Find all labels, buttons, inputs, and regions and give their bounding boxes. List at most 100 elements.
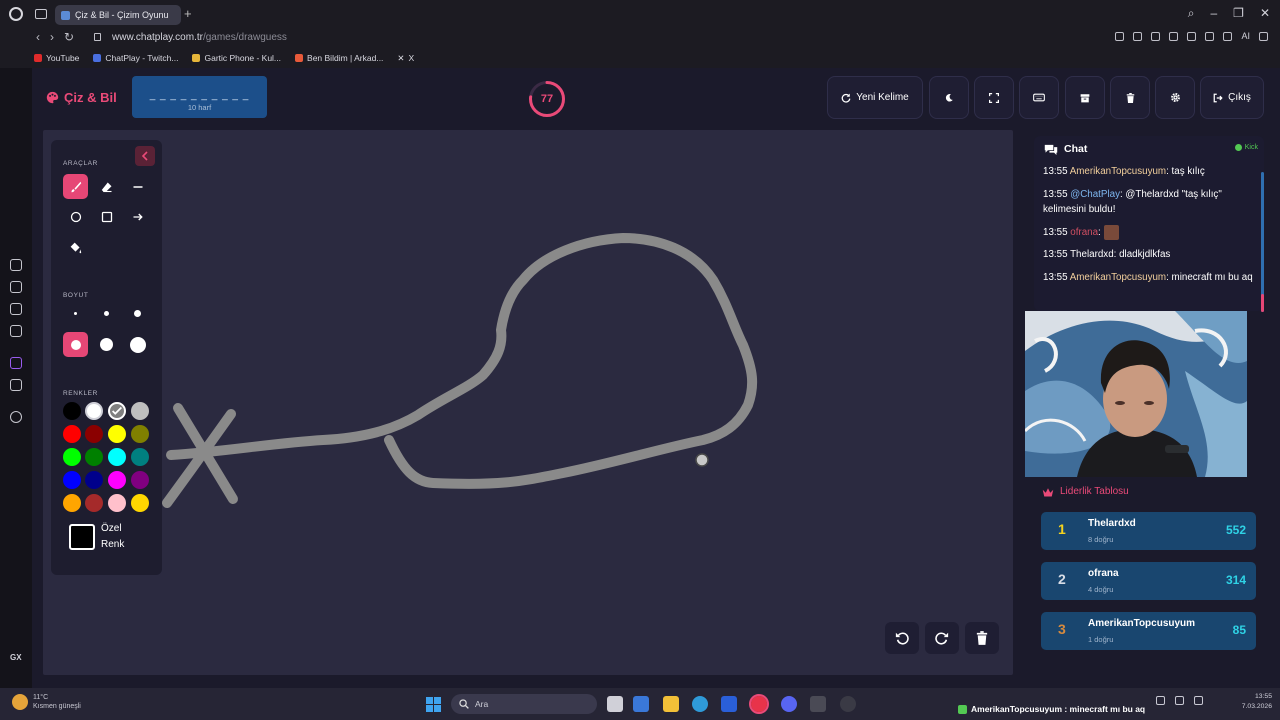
volume-icon[interactable] [1194,696,1203,705]
new-word-button[interactable]: Yeni Kelime [827,76,923,119]
bookmark-youtube[interactable]: YouTube [34,53,79,63]
history-icon[interactable] [10,259,22,271]
shield-icon[interactable] [1151,32,1161,41]
obs-icon[interactable] [840,696,856,712]
custom-color-picker[interactable] [69,524,95,550]
discord-icon[interactable] [781,696,797,712]
store-icon[interactable] [721,696,737,712]
color-swatch[interactable] [63,471,81,489]
crypto-wallet-icon[interactable] [10,281,22,293]
color-swatch[interactable] [63,425,81,443]
drawing-strokes[interactable] [43,130,1013,675]
weather-widget[interactable]: 11°C Kısmen güneşli [12,693,81,711]
color-swatch[interactable] [63,448,81,466]
bookmark-chatplay[interactable]: ChatPlay - Twitch... [93,53,178,63]
drawing-canvas[interactable]: ARAÇLAR BOYUT RENKLER Özel Renk [43,130,1013,675]
arrow-tool[interactable] [125,204,150,229]
url-field[interactable]: www.chatplay.com.tr/games/drawguess [112,32,287,43]
heart-icon[interactable] [1187,32,1197,41]
brush-tool[interactable] [63,174,88,199]
new-tab-plus-icon[interactable]: + [184,6,192,21]
profile-icon[interactable] [1223,32,1233,41]
search-tabs-icon[interactable]: ⌕ [1188,6,1195,21]
kick-notification[interactable]: AmerikanTopcusuyum : minecraft mı bu aq [958,704,1145,714]
color-swatch[interactable] [131,425,149,443]
size-s[interactable] [94,301,119,326]
color-swatch[interactable] [108,402,126,420]
size-l[interactable] [63,332,88,357]
size-xxl[interactable] [125,332,150,357]
color-swatch[interactable] [85,425,103,443]
file-explorer-icon[interactable] [663,696,679,712]
color-swatch[interactable] [108,425,126,443]
task-view-icon[interactable] [607,696,623,712]
color-swatch[interactable] [131,471,149,489]
color-swatch[interactable] [85,494,103,512]
site-logo[interactable]: Çiz & Bil [46,90,117,105]
color-swatch[interactable] [85,402,103,420]
circle-tool[interactable] [63,204,88,229]
gx-label[interactable]: GX [10,653,22,662]
bookmark-icon[interactable] [1133,32,1143,41]
ai-button[interactable]: AI [1241,32,1250,41]
clear-canvas-button[interactable] [965,622,999,654]
bookmark-x[interactable]: ✕ X [397,53,414,64]
undo-button[interactable] [885,622,919,654]
line-tool[interactable] [125,174,150,199]
lock-icon[interactable] [94,33,101,41]
menu-icon[interactable] [1259,32,1268,41]
nav-buttons[interactable]: ‹›↻ [36,30,84,44]
close-icon[interactable]: ✕ [1260,6,1270,21]
x-sidebar-icon[interactable] [10,379,22,391]
fill-tool[interactable] [63,235,88,260]
bookmark-gartic[interactable]: Gartic Phone - Kul... [192,53,281,63]
color-swatch[interactable] [85,448,103,466]
color-swatch[interactable] [131,494,149,512]
settings-button[interactable] [1155,76,1195,119]
eraser-tool[interactable] [94,174,119,199]
dark-mode-button[interactable] [929,76,969,119]
opera-logo-icon[interactable] [9,7,23,21]
size-xs[interactable] [63,301,88,326]
clock-icon[interactable] [10,411,22,423]
tray-chevron-icon[interactable] [1156,696,1165,705]
player-icon[interactable] [10,303,22,315]
active-tab[interactable]: Çiz & Bil - Çizim Oyunu [55,5,181,25]
size-m[interactable] [125,301,150,326]
keyboard-button[interactable] [1019,76,1059,119]
minimize-icon[interactable]: – [1210,6,1217,21]
messenger-icon[interactable] [10,325,22,337]
color-swatch[interactable] [63,494,81,512]
system-clock[interactable]: 13:55 7.03.2026 [1226,692,1272,712]
delete-button[interactable] [1110,76,1150,119]
size-xl[interactable] [94,332,119,357]
opera-gx-icon[interactable] [749,694,769,714]
collapse-panel-button[interactable] [135,146,155,166]
color-swatch[interactable] [131,448,149,466]
archive-button[interactable] [1065,76,1105,119]
color-swatch[interactable] [63,402,81,420]
play-icon[interactable] [1169,32,1179,41]
copilot-icon[interactable] [633,696,649,712]
wifi-icon[interactable] [1175,696,1184,705]
windows-start-icon[interactable] [426,697,441,712]
bookmark-ben-bildim[interactable]: Ben Bildim | Arkad... [295,53,383,63]
chat-messages[interactable]: 13:55 AmerikanTopcusuyum: taş kılıç 13:55… [1043,164,1257,309]
edge-icon[interactable] [692,696,708,712]
rectangle-tool[interactable] [94,204,119,229]
restore-icon[interactable]: ❐ [1233,6,1244,21]
color-swatch[interactable] [85,471,103,489]
taskbar-search[interactable]: Ara [451,694,597,714]
color-swatch[interactable] [108,471,126,489]
tab-overview-icon[interactable] [35,9,47,19]
pin-icon[interactable] [1115,32,1125,41]
color-swatch[interactable] [108,494,126,512]
twitch-icon[interactable] [10,357,22,369]
exit-button[interactable]: Çıkış [1200,76,1264,119]
chat-scrollbar[interactable] [1261,172,1264,312]
app-icon[interactable] [810,696,826,712]
extensions-icon[interactable] [1205,32,1215,41]
color-swatch[interactable] [131,402,149,420]
redo-button[interactable] [925,622,959,654]
fullscreen-button[interactable] [974,76,1014,119]
